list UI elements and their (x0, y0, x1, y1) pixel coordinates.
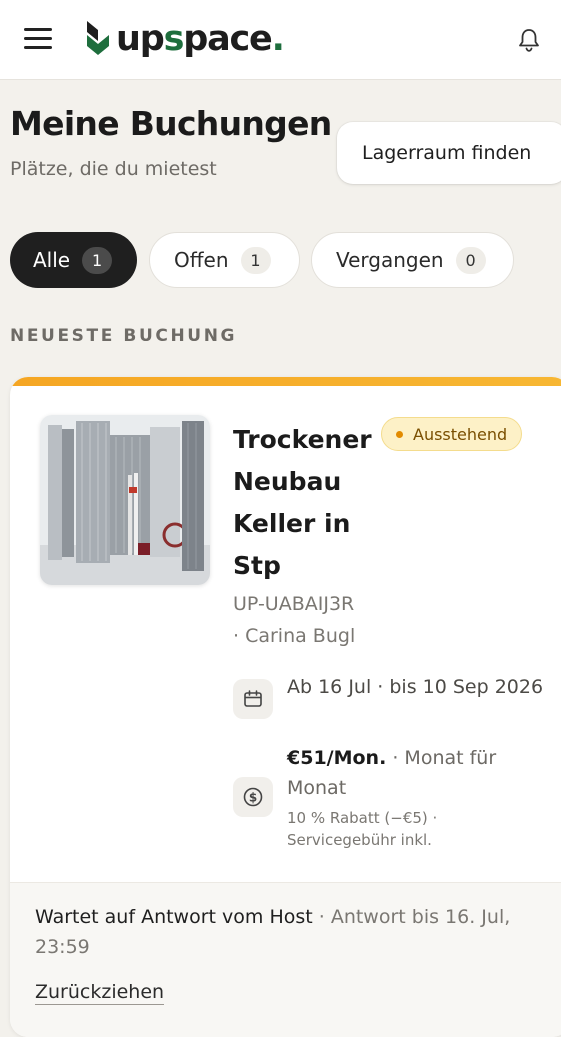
calendar-icon (233, 679, 273, 719)
logo-dot: . (271, 19, 285, 59)
listing-photo[interactable] (40, 415, 210, 585)
top-navigation-bar: upspace. (0, 0, 561, 80)
awaiting-host-label: Wartet auf Antwort vom Host (35, 906, 313, 928)
booking-reference: UP-UABAIJ3R (233, 593, 355, 615)
filter-chip-label: Vergangen (336, 248, 444, 272)
section-label-latest-booking: NEUESTE BUCHUNG (10, 326, 238, 346)
filter-chip-past[interactable]: Vergangen 0 (311, 232, 514, 288)
filter-chip-count: 1 (240, 246, 271, 274)
status-label: Ausstehend (413, 424, 508, 444)
withdraw-link[interactable]: Zurückziehen (35, 981, 165, 1005)
logo-mark-icon (87, 21, 109, 55)
page-subtitle: Plätze, die du mietest (10, 158, 217, 180)
filter-chip-all[interactable]: Alle 1 (10, 232, 137, 288)
awaiting-host-status: Wartet auf Antwort vom Host · Antwort bi… (35, 902, 535, 962)
upspace-logo[interactable]: upspace. (84, 14, 285, 64)
listing-title[interactable]: Trockener Neubau Keller in Stp (233, 419, 383, 587)
booking-card[interactable]: Trockener Neubau Keller in Stp Ausstehen… (10, 377, 561, 1037)
booking-dates: Ab 16 Jul · bis 10 Sep 2026 (287, 676, 544, 698)
filter-chip-count: 0 (455, 246, 486, 274)
dollar-circle-icon: $ (233, 777, 273, 817)
status-badge: Ausstehend (381, 417, 523, 451)
host-name: · Carina Bugl (233, 625, 356, 647)
status-dot (396, 430, 403, 438)
page-title: Meine Buchungen (10, 104, 332, 143)
filter-chip-label: Offen (174, 248, 229, 272)
filter-chip-count: 1 (82, 246, 113, 274)
filter-chip-open[interactable]: Offen 1 (149, 232, 300, 288)
status-accent-stripe (10, 377, 561, 386)
bell-icon[interactable] (515, 26, 543, 54)
logo-wordmark: upspace (116, 19, 273, 59)
storage-unit-image (40, 415, 210, 585)
hamburger-menu-icon[interactable] (24, 28, 54, 52)
filter-chip-label: Alle (33, 248, 71, 272)
price-discount-note: 10 % Rabatt (−€5) · Servicegebühr inkl. (287, 809, 438, 849)
price-amount: €51/Mon. (287, 747, 387, 769)
price-info: €51/Mon. · Monat für Monat (287, 743, 547, 803)
find-storage-button[interactable]: Lagerraum finden (337, 122, 561, 184)
svg-text:$: $ (249, 791, 257, 805)
